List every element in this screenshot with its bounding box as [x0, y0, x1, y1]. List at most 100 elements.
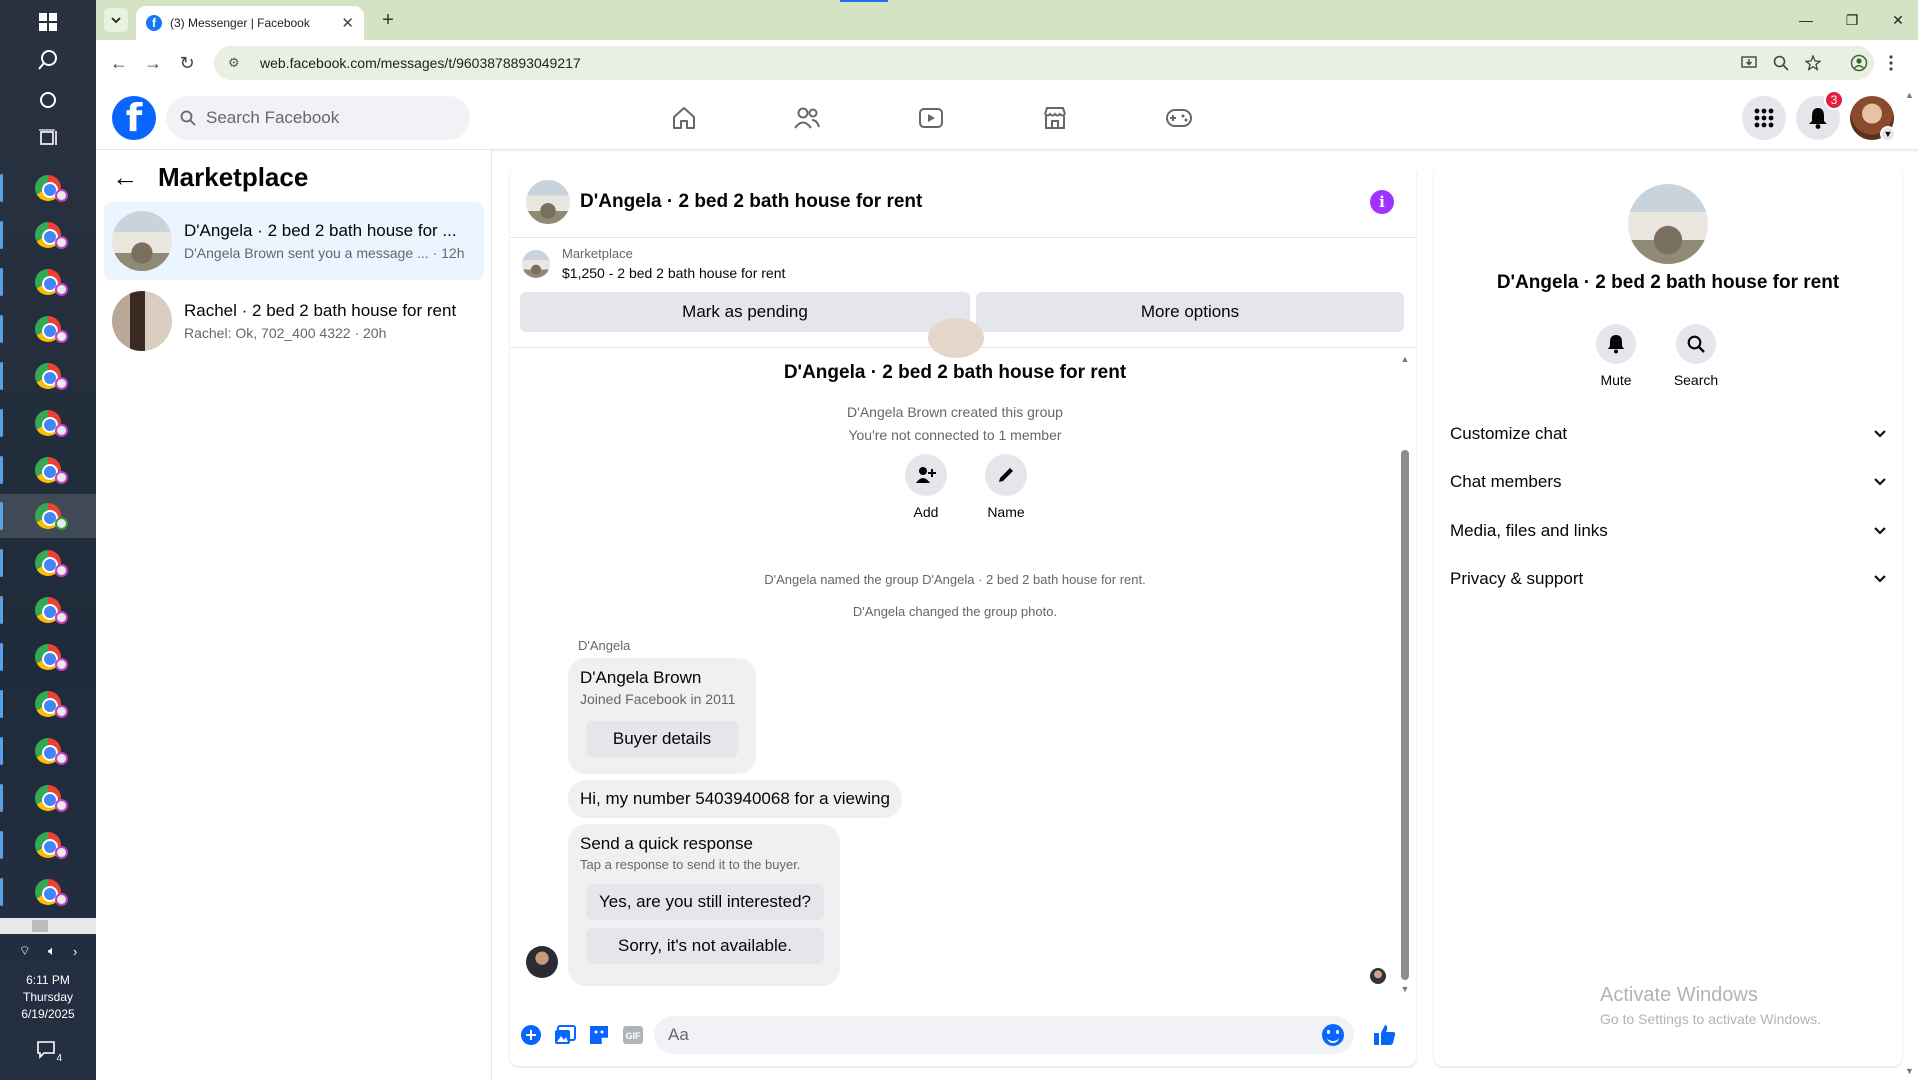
more-options-button[interactable]: More options — [976, 292, 1404, 332]
new-tab-icon[interactable]: + — [376, 8, 400, 32]
emoji-icon[interactable] — [1322, 1024, 1344, 1046]
notification-center-icon[interactable]: 4 — [36, 1040, 62, 1064]
chrome-taskbar-icon[interactable] — [0, 354, 96, 398]
page-scrollbar[interactable]: ▲ ▼ — [1902, 86, 1918, 1080]
search-icon[interactable] — [0, 38, 96, 82]
customize-chat-section[interactable]: Customize chat — [1450, 412, 1886, 456]
scroll-up-icon[interactable]: ▲ — [1905, 90, 1914, 100]
sender-avatar[interactable] — [526, 946, 558, 978]
tab-strip: f (3) Messenger | Facebook ✕ + — ❐ ✕ — [96, 0, 1918, 40]
media-files-links-section[interactable]: Media, files and links — [1450, 509, 1886, 553]
group-avatar[interactable] — [526, 179, 570, 224]
network-icon[interactable]: ⌔ — [19, 943, 31, 959]
back-arrow-icon[interactable]: ← — [106, 50, 132, 76]
chrome-taskbar-icon[interactable] — [0, 682, 96, 726]
address-bar[interactable]: ⚙ web.facebook.com/messages/t/9603878893… — [214, 46, 1874, 80]
facebook-logo-icon[interactable]: f — [112, 96, 156, 140]
quick-reply-button[interactable]: Sorry, it's not available. — [586, 928, 824, 964]
reload-icon[interactable]: ↻ — [174, 50, 200, 76]
tab-search-chevron-icon[interactable] — [104, 8, 128, 32]
scrollbar-thumb[interactable] — [32, 920, 48, 932]
quick-response-title: Send a quick response — [580, 834, 753, 853]
listing-info[interactable]: Marketplace $1,250 - 2 bed 2 bath house … — [522, 246, 785, 281]
chat-members-section[interactable]: Chat members — [1450, 460, 1886, 504]
mark-as-pending-button[interactable]: Mark as pending — [520, 292, 970, 332]
zoom-icon[interactable] — [1768, 50, 1794, 76]
home-icon[interactable] — [664, 96, 704, 140]
scroll-down-icon[interactable]: ▼ — [1905, 1066, 1914, 1076]
buyer-card: D'Angela Brown Joined Facebook in 2011 B… — [568, 658, 756, 774]
chrome-taskbar-icon[interactable] — [0, 213, 96, 257]
sticker-icon[interactable] — [586, 1022, 612, 1048]
menu-grid-icon[interactable] — [1742, 96, 1786, 140]
listing-thumbnail — [522, 249, 550, 278]
account-avatar[interactable]: ▼ — [1850, 96, 1896, 142]
restore-icon[interactable]: ❐ — [1832, 8, 1872, 32]
conversation-panel: D'Angela · 2 bed 2 bath house for rent i… — [510, 166, 1416, 1066]
search-conversation-button[interactable]: Search — [1666, 324, 1726, 388]
minimize-icon[interactable]: — — [1786, 8, 1826, 32]
chrome-taskbar-icon[interactable] — [0, 776, 96, 820]
info-icon[interactable]: i — [1370, 190, 1394, 214]
chrome-taskbar-icon[interactable] — [0, 870, 96, 914]
chrome-taskbar-icon[interactable] — [0, 401, 96, 445]
plus-circle-icon[interactable] — [518, 1022, 544, 1048]
chat-item-dangela[interactable]: D'Angela · 2 bed 2 bath house for ... D'… — [104, 202, 484, 280]
taskbar-scrollbar[interactable] — [0, 918, 96, 934]
chevron-down-icon — [1874, 527, 1886, 535]
photo-icon[interactable] — [552, 1022, 578, 1048]
privacy-support-section[interactable]: Privacy & support — [1450, 557, 1886, 601]
buyer-details-button[interactable]: Buyer details — [586, 721, 738, 757]
install-app-icon[interactable] — [1736, 50, 1762, 76]
close-tab-icon[interactable]: ✕ — [341, 14, 354, 32]
browser-tab-messenger[interactable]: f (3) Messenger | Facebook ✕ — [136, 6, 364, 40]
video-icon[interactable] — [911, 96, 951, 140]
task-view-icon[interactable] — [0, 116, 96, 160]
message-input[interactable]: Aa — [654, 1016, 1354, 1054]
scroll-up-icon[interactable]: ▲ — [1400, 354, 1410, 364]
mute-label: Mute — [1600, 372, 1632, 388]
message-thread: D'Angela · 2 bed 2 bath house for rent D… — [510, 318, 1416, 996]
friends-icon[interactable] — [787, 96, 827, 140]
bookmark-star-icon[interactable] — [1800, 50, 1826, 76]
chrome-taskbar-icon[interactable] — [0, 823, 96, 867]
scrollbar-thumb[interactable] — [1401, 450, 1409, 980]
taskbar-clock[interactable]: 6:11 PM Thursday 6/19/2025 — [0, 972, 96, 1023]
conversation-header: D'Angela · 2 bed 2 bath house for rent i — [510, 166, 1416, 238]
chrome-taskbar-icon[interactable] — [0, 541, 96, 585]
close-window-icon[interactable]: ✕ — [1878, 8, 1918, 32]
forward-arrow-icon[interactable]: → — [140, 50, 166, 76]
chevron-right-icon[interactable]: › — [73, 944, 77, 959]
browser-toolbar: ← → ↻ ⚙ web.facebook.com/messages/t/9603… — [96, 40, 1918, 86]
chat-item-rachel[interactable]: Rachel · 2 bed 2 bath house for rent Rac… — [104, 282, 484, 360]
name-group-button[interactable]: Name — [976, 454, 1036, 520]
thread-scrollbar[interactable]: ▲ ▼ — [1400, 354, 1410, 994]
volume-icon[interactable]: 🔈︎ — [48, 943, 56, 959]
site-info-icon[interactable]: ⚙ — [228, 55, 246, 71]
chrome-taskbar-icon[interactable] — [0, 166, 96, 210]
scroll-down-icon[interactable]: ▼ — [1400, 984, 1410, 994]
pencil-icon — [985, 454, 1027, 496]
chrome-taskbar-icon[interactable] — [0, 448, 96, 492]
back-arrow-icon[interactable]: ← — [112, 162, 138, 193]
profile-icon[interactable] — [1846, 50, 1872, 76]
browser-menu-icon[interactable] — [1878, 50, 1904, 76]
marketplace-icon[interactable] — [1035, 96, 1075, 140]
gif-icon[interactable]: GIF — [620, 1022, 646, 1048]
chrome-taskbar-icon[interactable] — [0, 307, 96, 351]
group-photo-large[interactable] — [1628, 184, 1708, 264]
mute-button[interactable]: Mute — [1586, 324, 1646, 388]
add-member-button[interactable]: Add — [896, 454, 956, 520]
chrome-taskbar-icon[interactable] — [0, 729, 96, 773]
chrome-taskbar-icon[interactable] — [0, 635, 96, 679]
like-thumb-icon[interactable] — [1372, 1022, 1398, 1048]
chrome-taskbar-icon[interactable] — [0, 588, 96, 632]
read-receipt-avatar — [1370, 968, 1386, 984]
conversation-title[interactable]: D'Angela · 2 bed 2 bath house for rent — [580, 191, 922, 213]
quick-reply-button[interactable]: Yes, are you still interested? — [586, 884, 824, 920]
chrome-taskbar-icon-active[interactable] — [0, 494, 96, 538]
chrome-taskbar-icon[interactable] — [0, 260, 96, 304]
search-facebook-input[interactable]: Search Facebook — [166, 96, 470, 140]
notifications-bell-icon[interactable]: 3 — [1796, 90, 1844, 140]
gaming-icon[interactable] — [1159, 96, 1199, 140]
